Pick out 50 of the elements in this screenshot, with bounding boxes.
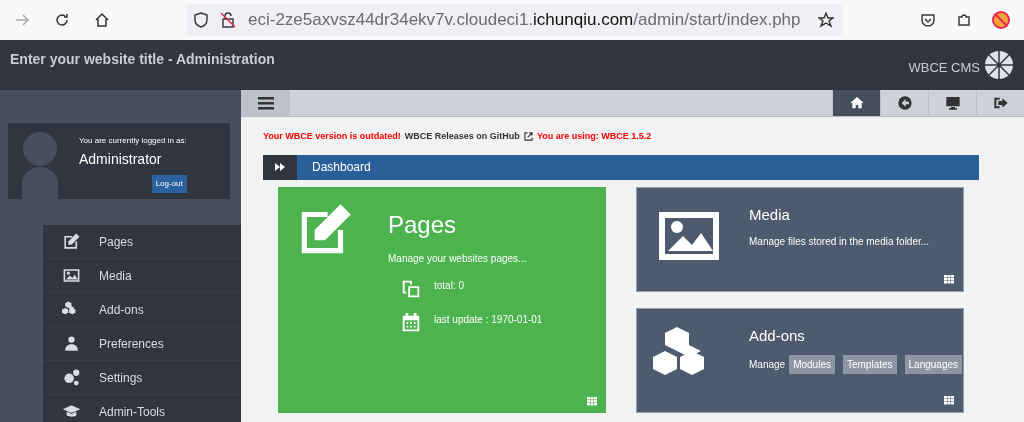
card-description: Manage your websites pages... [388, 251, 527, 266]
external-link-icon [523, 132, 533, 142]
address-bar[interactable]: eci-2ze5axvsz44dr34ekv7v.cloudeci1.ichunqiu.com/admin/start/index.php [186, 4, 842, 36]
insecure-lock-icon [220, 12, 236, 28]
star-icon[interactable] [818, 12, 834, 28]
site-title: Enter your website title - Administration [10, 50, 275, 69]
card-description: Manage [749, 358, 786, 372]
pocket-icon[interactable] [920, 12, 936, 28]
home-icon [848, 95, 865, 111]
toolbar-button[interactable] [832, 90, 880, 116]
menu-item[interactable]: Media [43, 259, 241, 293]
releases-link[interactable]: WBCE Releases on GitHub [404, 130, 520, 144]
monitor-icon [944, 95, 961, 111]
card-title: Pages [388, 209, 458, 240]
reload-icon[interactable] [54, 12, 70, 28]
calendar-icon [400, 311, 422, 334]
media-card[interactable]: Media Manage files stored in the media folder... [636, 186, 964, 292]
menu-item[interactable]: Admin-Tools [43, 395, 241, 422]
login-caption: You are currently logged in as: [79, 135, 187, 147]
double-arrow-icon [275, 162, 285, 172]
pages-total: total: 0 [434, 278, 465, 293]
outdated-warning: Your WBCE version is outdated! [263, 130, 401, 143]
logo-icon [984, 50, 1014, 80]
menu-toggle-button[interactable] [241, 90, 290, 116]
url-text: eci-2ze5axvsz44dr34ekv7v.cloudeci1.ichunqiu.com/admin/start/index.php [248, 9, 802, 32]
grid-icon [586, 394, 598, 407]
menu-icon [257, 96, 274, 110]
menu-item[interactable]: Pages [43, 225, 241, 259]
home-icon[interactable] [94, 12, 110, 28]
breadcrumb-text: Dashboard [312, 159, 371, 176]
card-description: Manage files stored in the media folder... [749, 235, 930, 249]
menu-item[interactable]: Preferences [43, 327, 241, 361]
back-icon [896, 95, 913, 111]
menu-item[interactable]: Add-ons [43, 293, 241, 327]
avatar-icon [22, 131, 58, 199]
last-update: last update : 1970-01-01 [434, 312, 543, 327]
shield-icon [194, 12, 208, 28]
grid-icon [943, 393, 955, 406]
card-title: Media [749, 204, 791, 225]
blocked-extension-icon[interactable] [992, 11, 1010, 29]
logout-button[interactable]: Log-out [151, 175, 187, 193]
exit-icon [992, 95, 1009, 111]
edit-icon [61, 232, 81, 251]
grid-icon [943, 272, 955, 285]
user-name: Administrator [79, 150, 163, 169]
image-icon [61, 266, 81, 285]
brand-name: WBCE CMS [908, 59, 980, 78]
card-title: Add-ons [749, 325, 806, 346]
version-text: You are using: WBCE 1.5.2 [536, 130, 652, 143]
menu-item[interactable]: Settings [43, 361, 241, 395]
